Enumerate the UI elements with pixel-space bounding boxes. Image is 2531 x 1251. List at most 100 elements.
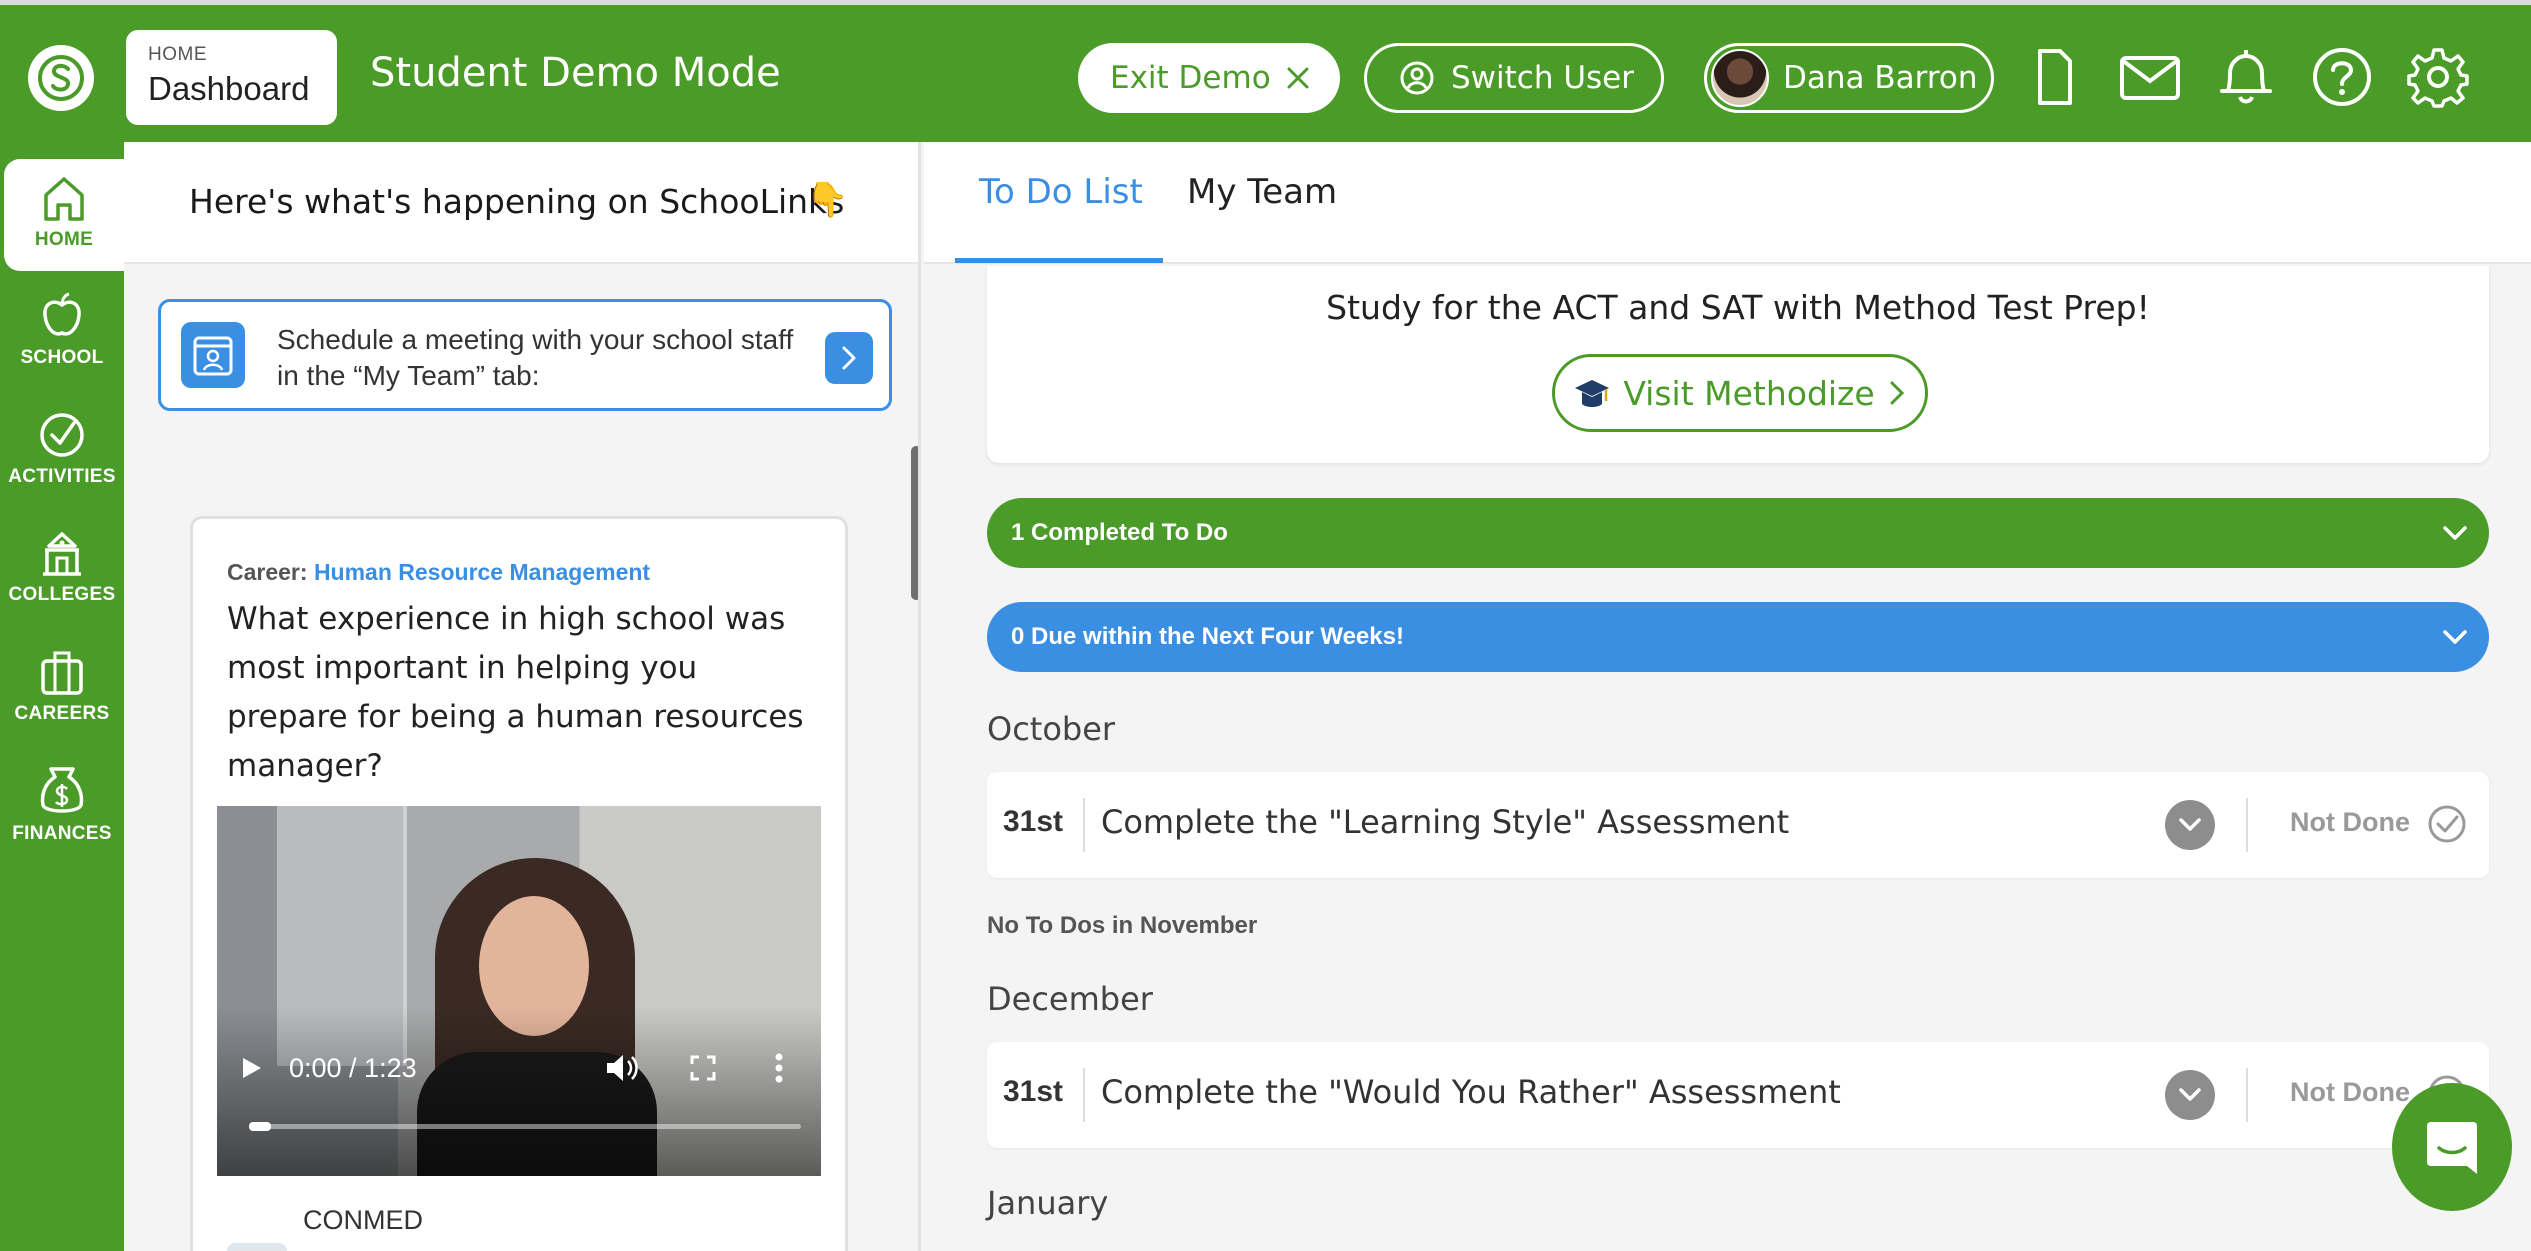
todo-expand-button[interactable] xyxy=(2165,1070,2215,1120)
sidebar-item-label: ACTIVITIES xyxy=(8,466,116,487)
check-circle-icon[interactable] xyxy=(2427,804,2467,844)
user-menu-button[interactable]: Dana Barron xyxy=(1704,43,1994,113)
document-icon[interactable] xyxy=(2022,45,2086,109)
video-progress-handle[interactable] xyxy=(249,1122,271,1131)
todo-status: Not Done xyxy=(2290,1077,2410,1107)
chat-icon xyxy=(2427,1122,2477,1174)
sidebar-item-label: FINANCES xyxy=(12,823,112,844)
divider xyxy=(2246,798,2248,852)
career-video-card: Career: Human Resource Management What e… xyxy=(190,516,848,1251)
schedule-meeting-banner[interactable]: Schedule a meeting with your school staf… xyxy=(158,299,892,411)
sidebar-item-label: COLLEGES xyxy=(8,584,116,605)
todo-title[interactable]: Complete the "Learning Style" Assessment xyxy=(1101,803,1789,841)
tab-my-team[interactable]: My Team xyxy=(1187,172,1337,212)
check-circle-icon xyxy=(40,413,84,457)
sidebar-item-finances[interactable]: FINANCES xyxy=(0,751,124,863)
empty-month-text: No To Dos in November xyxy=(987,912,1258,939)
exit-demo-label: Exit Demo xyxy=(1110,60,1271,96)
divider xyxy=(1083,798,1085,852)
schoolinks-logo[interactable] xyxy=(28,45,94,111)
video-time: 0:00 / 1:23 xyxy=(289,1053,417,1083)
chevron-down-icon xyxy=(2179,1088,2201,1101)
video-progress-bar[interactable] xyxy=(249,1122,801,1131)
sidebar-item-school[interactable]: SCHOOL xyxy=(0,277,124,389)
sidebar-item-home[interactable]: HOME xyxy=(4,159,124,271)
todo-expand-button[interactable] xyxy=(2165,800,2215,850)
sidebar-item-colleges[interactable]: COLLEGES xyxy=(0,514,124,626)
feed-scrollbar[interactable] xyxy=(911,446,918,600)
help-icon[interactable] xyxy=(2310,45,2374,109)
home-icon xyxy=(44,177,84,221)
source-logo-icon xyxy=(227,1243,287,1251)
career-prefix: Career: xyxy=(227,559,308,585)
gear-icon[interactable] xyxy=(2406,45,2470,109)
career-question: What experience in high school was most … xyxy=(227,601,804,784)
apple-icon xyxy=(43,292,81,336)
feed-panel: Here's what's happening on SchooLinks 👇 … xyxy=(124,142,921,1251)
chat-launcher-button[interactable] xyxy=(2392,1083,2512,1211)
todo-tabs: To Do List My Team xyxy=(924,142,2531,264)
todo-item[interactable]: 31st Complete the "Would You Rather" Ass… xyxy=(987,1042,2489,1148)
breadcrumb-page: Dashboard xyxy=(148,70,310,107)
breadcrumb-section: HOME xyxy=(148,44,207,65)
divider xyxy=(2246,1068,2248,1122)
logo-icon xyxy=(38,55,84,101)
video-controls-shade xyxy=(217,1006,821,1176)
top-bar: HOME Dashboard Student Demo Mode Exit De… xyxy=(0,0,2531,142)
money-bag-icon xyxy=(40,767,84,813)
feed-title: Here's what's happening on SchooLinks xyxy=(189,182,845,221)
month-heading: January xyxy=(987,1184,1109,1222)
chevron-down-icon xyxy=(2443,630,2467,644)
due-todos-bar[interactable]: 0 Due within the Next Four Weeks! xyxy=(987,602,2489,672)
sidebar-item-label: CAREERS xyxy=(14,703,110,724)
sidebar-item-label: HOME xyxy=(34,229,94,250)
more-vertical-icon[interactable] xyxy=(773,1052,785,1084)
month-heading: December xyxy=(987,980,1153,1018)
chevron-right-icon xyxy=(842,346,856,370)
graduation-cap-icon xyxy=(1575,380,1610,407)
play-icon[interactable] xyxy=(233,1050,269,1086)
todo-date: 31st xyxy=(1003,805,1064,838)
video-source: CONMED xyxy=(303,1205,423,1235)
user-name: Dana Barron xyxy=(1783,60,1978,96)
chevron-right-icon xyxy=(1890,381,1904,405)
sidebar-item-label: SCHOOL xyxy=(20,347,104,368)
bell-icon[interactable] xyxy=(2214,45,2278,109)
todo-item[interactable]: 31st Complete the "Learning Style" Asses… xyxy=(987,772,2489,878)
divider xyxy=(1083,1068,1085,1122)
schedule-meeting-button[interactable] xyxy=(825,332,873,384)
visit-methodize-button[interactable]: Visit Methodize xyxy=(1552,354,1928,432)
visit-methodize-label: Visit Methodize xyxy=(1623,373,1875,413)
sidebar-item-careers[interactable]: CAREERS xyxy=(0,633,124,745)
active-tab-indicator xyxy=(955,258,1163,263)
due-todos-label: 0 Due within the Next Four Weeks! xyxy=(1011,623,1404,650)
todo-date: 31st xyxy=(1003,1075,1064,1108)
todo-title[interactable]: Complete the "Would You Rather" Assessme… xyxy=(1101,1073,1841,1111)
breadcrumb[interactable]: HOME Dashboard xyxy=(126,30,337,125)
tab-to-do-list[interactable]: To Do List xyxy=(979,172,1143,212)
schedule-meeting-text: Schedule a meeting with your school staf… xyxy=(277,324,794,391)
avatar xyxy=(1711,49,1769,107)
close-icon xyxy=(1287,67,1309,89)
fullscreen-icon[interactable] xyxy=(689,1054,717,1082)
todo-panel: To Do List My Team Study for the ACT and… xyxy=(924,142,2531,1251)
calendar-person-icon xyxy=(181,322,245,388)
career-link[interactable]: Human Resource Management xyxy=(314,559,650,585)
sidebar-item-activities[interactable]: ACTIVITIES xyxy=(0,396,124,508)
exit-demo-button[interactable]: Exit Demo xyxy=(1078,43,1340,113)
month-heading: October xyxy=(987,710,1116,748)
pointing-hand-emoji: 👇 xyxy=(806,180,849,220)
building-icon xyxy=(43,532,81,576)
side-nav: HOME SCHOOL ACTIVITIES COLLEGES CAREERS xyxy=(0,142,124,1251)
completed-todos-label: 1 Completed To Do xyxy=(1011,519,1228,546)
video-player[interactable]: 0:00 / 1:23 xyxy=(217,806,821,1176)
briefcase-icon xyxy=(41,651,83,695)
completed-todos-bar[interactable]: 1 Completed To Do xyxy=(987,498,2489,568)
mode-title: Student Demo Mode xyxy=(370,50,781,96)
switch-user-button[interactable]: Switch User xyxy=(1364,43,1664,113)
test-prep-text: Study for the ACT and SAT with Method Te… xyxy=(1326,288,2150,327)
volume-icon[interactable] xyxy=(603,1052,639,1084)
mail-icon[interactable] xyxy=(2118,45,2182,109)
chevron-down-icon xyxy=(2179,818,2201,831)
career-line: Career: Human Resource Management xyxy=(227,559,650,586)
